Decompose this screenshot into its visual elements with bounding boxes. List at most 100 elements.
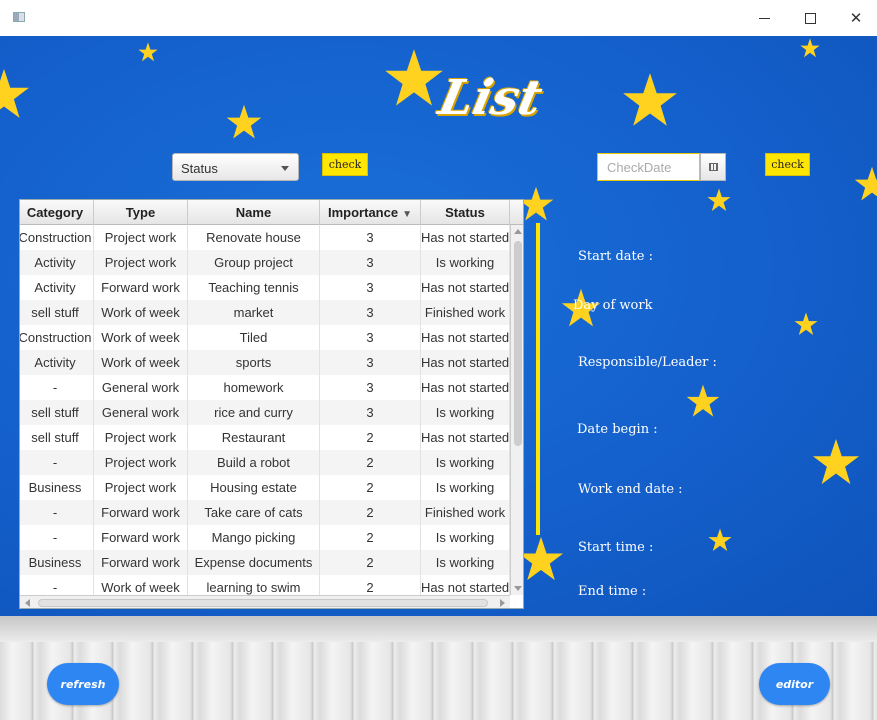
close-button[interactable]: ✕: [833, 0, 877, 36]
vertical-scrollbar[interactable]: [510, 225, 523, 595]
cell-status: Has not started: [421, 275, 510, 300]
cell-category: Activity: [20, 275, 94, 300]
table-row[interactable]: - Forward work Take care of cats 2 Finished …: [20, 500, 510, 525]
date-begin-label: Date begin :: [577, 422, 658, 437]
cell-status: Has not started: [421, 350, 510, 375]
cell-name: Teaching tennis: [188, 275, 320, 300]
cell-status: Finished work: [421, 500, 510, 525]
star-icon: [0, 69, 29, 118]
status-select[interactable]: Status: [172, 153, 299, 181]
table-row[interactable]: sell stuff General work rice and curry 3 Is …: [20, 400, 510, 425]
cell-category: Construction: [20, 325, 94, 350]
start-date-label: Start date :: [578, 249, 653, 264]
cell-importance: 2: [320, 425, 421, 450]
cell-name: sports: [188, 350, 320, 375]
horizontal-scrollbar[interactable]: [20, 595, 510, 608]
table-row[interactable]: Construction Work of week Tiled 3 Has not st…: [20, 325, 510, 350]
check-date-button[interactable]: check: [765, 153, 810, 176]
star-icon: [686, 384, 720, 417]
cell-importance: 3: [320, 300, 421, 325]
cell-name: Expense documents: [188, 550, 320, 575]
cell-type: Project work: [94, 475, 188, 500]
table-row[interactable]: sell stuff Project work Restaurant 2 Has not…: [20, 425, 510, 450]
horizontal-scroll-thumb[interactable]: [38, 599, 488, 607]
cell-category: -: [20, 575, 94, 595]
cell-name: Build a robot: [188, 450, 320, 475]
cell-importance: 2: [320, 450, 421, 475]
cell-status: Has not started: [421, 425, 510, 450]
work-end-date-label: Work end date :: [578, 482, 683, 497]
check-date-picker[interactable]: CheckDate: [597, 153, 726, 181]
cell-name: homework: [188, 375, 320, 400]
table-row[interactable]: sell stuff Work of week market 3 Finished wo…: [20, 300, 510, 325]
column-header-name[interactable]: Name: [188, 200, 320, 225]
column-header-importance[interactable]: Importance ▼: [320, 200, 421, 225]
cell-importance: 3: [320, 250, 421, 275]
cell-type: Work of week: [94, 325, 188, 350]
cell-category: -: [20, 525, 94, 550]
check-date-input[interactable]: CheckDate: [597, 153, 700, 181]
cell-type: Forward work: [94, 275, 188, 300]
cell-category: Construction: [20, 225, 94, 250]
column-header-type[interactable]: Type: [94, 200, 188, 225]
star-icon: [794, 312, 818, 336]
cell-status: Has not started: [421, 375, 510, 400]
maximize-icon: [804, 12, 816, 24]
maximize-button[interactable]: [787, 0, 833, 36]
scroll-down-icon[interactable]: [514, 586, 522, 591]
scroll-right-icon[interactable]: [500, 599, 505, 607]
vertical-scroll-thumb[interactable]: [514, 241, 522, 446]
page-title: List: [434, 70, 548, 126]
column-header-category[interactable]: Category: [20, 200, 94, 225]
star-icon: [385, 49, 443, 106]
table-row[interactable]: Business Forward work Expense documents 2 Is…: [20, 550, 510, 575]
star-icon: [812, 438, 860, 485]
cell-importance: 3: [320, 350, 421, 375]
scroll-up-icon[interactable]: [514, 229, 522, 234]
table-row[interactable]: Business Project work Housing estate 2 Is wo…: [20, 475, 510, 500]
editor-button[interactable]: editor: [759, 663, 830, 705]
cell-name: Mango picking: [188, 525, 320, 550]
cell-type: Project work: [94, 225, 188, 250]
table-row[interactable]: - Work of week learning to swim 2 Has not st…: [20, 575, 510, 595]
divider-line: [536, 223, 540, 535]
table-row[interactable]: Activity Work of week sports 3 Has not start…: [20, 350, 510, 375]
cell-category: sell stuff: [20, 400, 94, 425]
cell-name: rice and curry: [188, 400, 320, 425]
cell-category: -: [20, 375, 94, 400]
window-titlebar: ✕: [0, 0, 877, 36]
table-row[interactable]: Activity Project work Group project 3 Is wor…: [20, 250, 510, 275]
refresh-button[interactable]: refresh: [47, 663, 119, 705]
column-header-status[interactable]: Status: [421, 200, 510, 225]
cell-type: Project work: [94, 425, 188, 450]
cell-importance: 3: [320, 275, 421, 300]
cell-status: Is working: [421, 550, 510, 575]
star-icon: [800, 38, 820, 58]
responsible-leader-label: Responsible/Leader :: [578, 355, 717, 370]
bottom-panel-rail: [0, 616, 877, 642]
minimize-icon: [758, 17, 770, 19]
cell-category: -: [20, 450, 94, 475]
table-row[interactable]: - General work homework 3 Has not started: [20, 375, 510, 400]
work-table[interactable]: Category Type Name Importance ▼ Status Co…: [19, 199, 524, 609]
cell-category: Business: [20, 550, 94, 575]
table-row[interactable]: - Forward work Mango picking 2 Is working: [20, 525, 510, 550]
cell-importance: 3: [320, 225, 421, 250]
cell-type: General work: [94, 375, 188, 400]
calendar-icon: [708, 163, 718, 171]
cell-type: General work: [94, 400, 188, 425]
cell-category: sell stuff: [20, 300, 94, 325]
calendar-button[interactable]: [700, 153, 726, 181]
cell-importance: 3: [320, 375, 421, 400]
cell-importance: 2: [320, 550, 421, 575]
table-row[interactable]: - Project work Build a robot 2 Is working: [20, 450, 510, 475]
check-status-button[interactable]: check: [322, 153, 368, 176]
cell-importance: 2: [320, 525, 421, 550]
minimize-button[interactable]: [741, 0, 787, 36]
table-row[interactable]: Activity Forward work Teaching tennis 3 Has …: [20, 275, 510, 300]
scroll-left-icon[interactable]: [25, 599, 30, 607]
sort-descending-icon: ▼: [402, 209, 412, 220]
app-icon: [13, 12, 25, 22]
table-row[interactable]: Construction Project work Renovate house 3 H…: [20, 225, 510, 250]
cell-name: Take care of cats: [188, 500, 320, 525]
